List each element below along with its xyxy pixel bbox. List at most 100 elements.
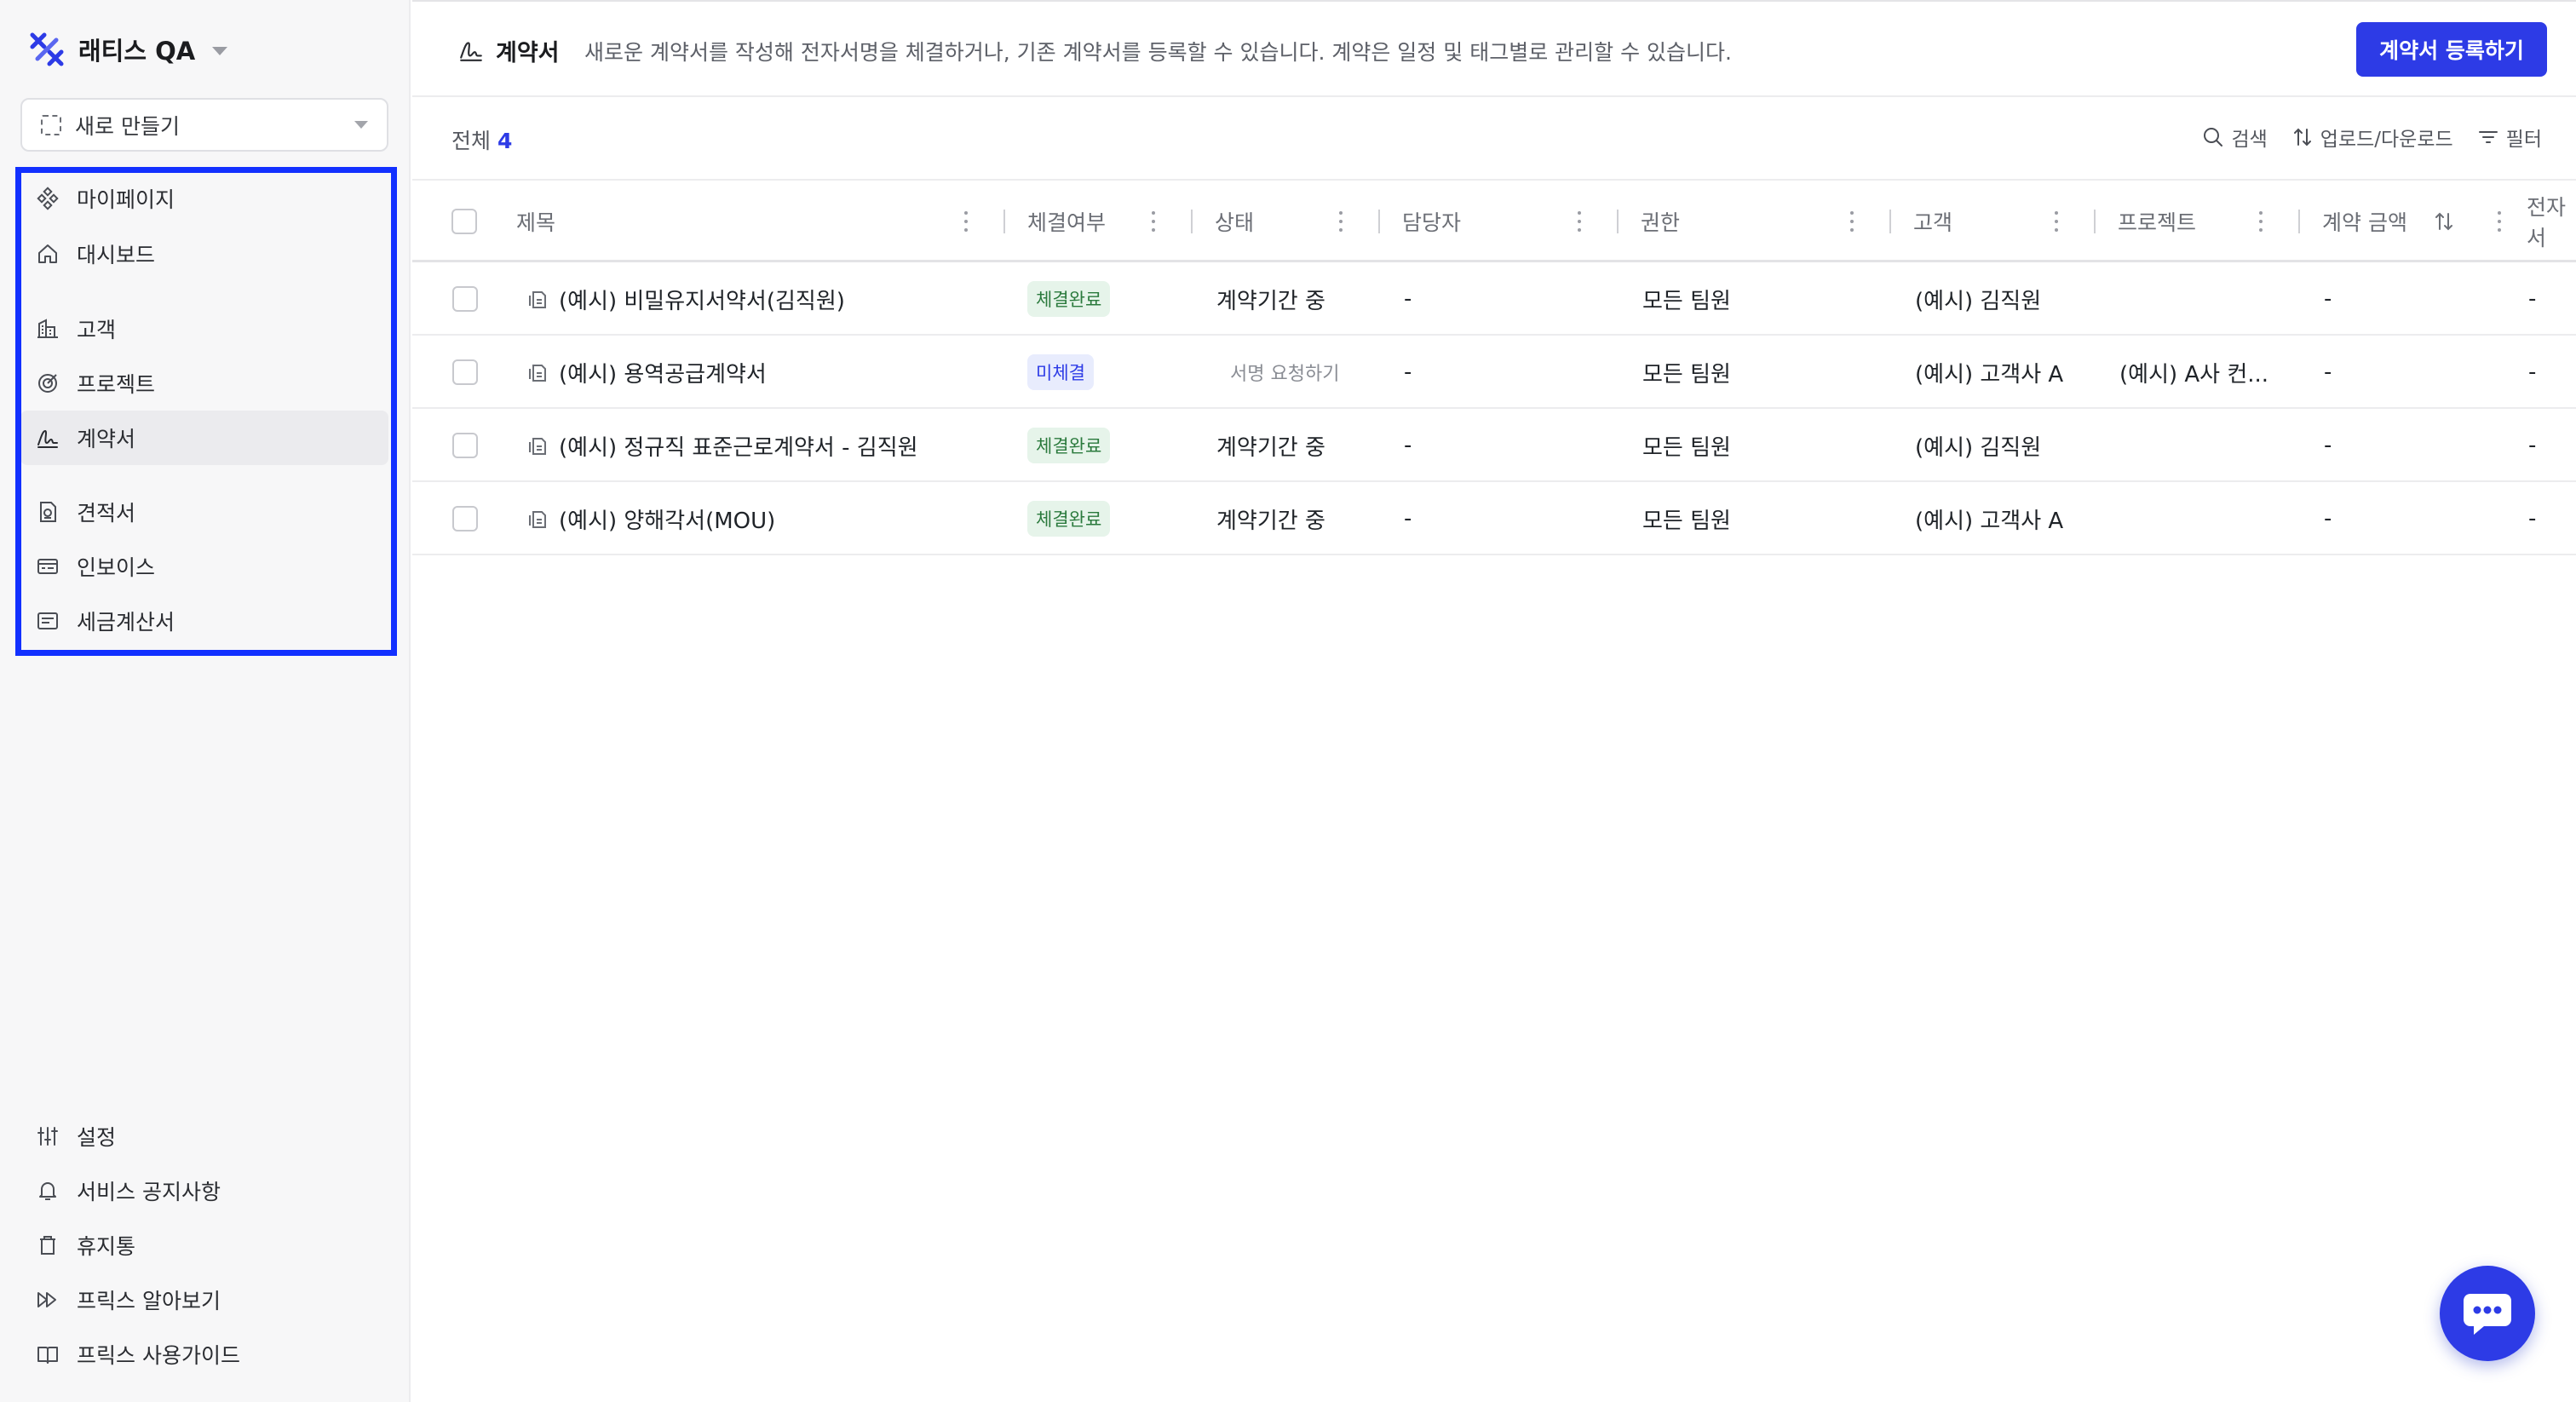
dashed-square-icon [41, 114, 61, 135]
row-title[interactable]: (예시) 용역공급계약서 [526, 336, 767, 409]
permission-cell: 모든 팀원 [1642, 288, 1731, 314]
document-copy-icon [526, 288, 549, 310]
table-row[interactable]: (예시) 정규직 표준근로계약서 - 김직원 체결완료 계약기간 중 - 모든 … [412, 409, 2576, 482]
request-signature-link[interactable]: 서명 요청하기 [1230, 336, 1339, 409]
column-header-manager[interactable]: 담당자 [1402, 181, 1461, 262]
row-checkbox[interactable] [452, 359, 478, 385]
sidebar: 래티스 QA 새로 만들기 마이페이지 대시보드 고객 프로젝트 계약서 견적서… [0, 0, 411, 1402]
row-title[interactable]: (예시) 정규직 표준근로계약서 - 김직원 [526, 409, 918, 482]
sort-arrows-icon [2291, 126, 2314, 148]
sliders-icon [36, 1124, 60, 1148]
sidebar-item-label: 휴지통 [77, 1234, 136, 1259]
page-description: 새로운 계약서를 작성해 전자서명을 체결하거나, 기존 계약서를 등록할 수 … [584, 40, 1732, 65]
amount-cell: - [2324, 506, 2332, 531]
column-menu-icon[interactable] [1849, 211, 1854, 232]
new-create-dropdown[interactable]: 새로 만들기 [20, 98, 388, 152]
select-all-checkbox[interactable] [451, 209, 477, 234]
column-header-amount[interactable]: 계약 금액 [2322, 181, 2407, 262]
column-divider[interactable] [1191, 210, 1193, 233]
row-checkbox[interactable] [452, 286, 478, 312]
column-header-customer[interactable]: 고객 [1913, 181, 1952, 262]
search-icon [2202, 126, 2224, 148]
page-title: 계약서 [496, 40, 560, 66]
upload-download-button[interactable]: 업로드/다운로드 [2291, 123, 2453, 152]
sidebar-item-about[interactable]: 프릭스 알아보기 [20, 1273, 388, 1327]
customer-cell: (예시) 고객사 A [1915, 508, 2064, 534]
upload-download-label: 업로드/다운로드 [2320, 129, 2453, 151]
document-copy-icon [526, 508, 549, 530]
column-menu-icon[interactable] [2054, 211, 2059, 232]
column-header-title[interactable]: 제목 [516, 181, 555, 262]
filter-button[interactable]: 필터 [2477, 123, 2542, 152]
column-header-project[interactable]: 프로젝트 [2118, 181, 2196, 262]
column-divider[interactable] [2298, 210, 2300, 233]
workspace-name: 래티스 QA [78, 37, 196, 66]
table-row[interactable]: (예시) 양해각서(MOU) 체결완료 계약기간 중 - 모든 팀원 (예시) … [412, 482, 2576, 555]
chat-bubble-icon [2462, 1290, 2513, 1336]
bell-icon [36, 1179, 60, 1203]
table-header: 제목 체결여부 상태 담당자 권한 고객 프로젝트 계약 금액 전자서 [412, 181, 2576, 262]
status-badge: 체결완료 [1027, 428, 1111, 463]
manager-cell: - [1404, 506, 1412, 531]
status-cell: 계약기간 중 [1216, 434, 1325, 461]
column-divider[interactable] [2094, 210, 2096, 233]
status-badge: 체결완료 [1027, 281, 1111, 317]
manager-cell: - [1404, 433, 1412, 458]
sidebar-item-label: 프릭스 알아보기 [77, 1289, 221, 1313]
sidebar-item-notices[interactable]: 서비스 공지사항 [20, 1164, 388, 1218]
column-header-status[interactable]: 상태 [1215, 181, 1254, 262]
signature-icon [458, 37, 484, 63]
page-header: 계약서 새로운 계약서를 작성해 전자서명을 체결하거나, 기존 계약서를 등록… [412, 0, 2576, 97]
amount-cell: - [2324, 433, 2332, 458]
customer-cell: (예시) 김직원 [1915, 434, 2042, 461]
column-menu-icon[interactable] [2497, 211, 2502, 232]
manager-cell: - [1404, 359, 1412, 385]
row-title[interactable]: (예시) 비밀유지서약서(김직원) [526, 262, 845, 336]
table-row[interactable]: (예시) 용역공급계약서 미체결 서명 요청하기 - 모든 팀원 (예시) 고객… [412, 336, 2576, 409]
new-create-label: 새로 만들기 [75, 113, 180, 139]
column-divider[interactable] [1617, 210, 1619, 233]
permission-cell: 모든 팀원 [1642, 361, 1731, 388]
sidebar-item-label: 설정 [77, 1125, 117, 1150]
sidebar-item-guide[interactable]: 프릭스 사용가이드 [20, 1327, 388, 1382]
customer-cell: (예시) 고객사 A [1915, 361, 2064, 388]
sidebar-item-settings[interactable]: 설정 [20, 1109, 388, 1164]
esign-cell: - [2528, 359, 2537, 385]
chat-support-button[interactable] [2440, 1266, 2535, 1361]
row-checkbox[interactable] [452, 506, 478, 531]
column-menu-icon[interactable] [1577, 211, 1582, 232]
status-badge: 체결완료 [1027, 501, 1111, 537]
column-header-signed[interactable]: 체결여부 [1027, 181, 1106, 262]
chevron-down-icon [354, 121, 368, 129]
row-checkbox[interactable] [452, 433, 478, 458]
column-header-permission[interactable]: 권한 [1641, 181, 1680, 262]
column-menu-icon[interactable] [963, 211, 969, 232]
workspace-logo-icon [27, 30, 66, 69]
column-header-esign[interactable]: 전자서 [2527, 181, 2576, 262]
signed-cell: 체결완료 [1027, 409, 1111, 482]
status-badge: 미체결 [1027, 354, 1094, 390]
fast-forward-icon [36, 1288, 60, 1312]
column-divider[interactable] [1889, 210, 1891, 233]
column-menu-icon[interactable] [2258, 211, 2263, 232]
signed-cell: 미체결 [1027, 336, 1094, 409]
sidebar-item-label: 서비스 공지사항 [77, 1180, 221, 1204]
total-count: 전체 4 [451, 124, 512, 155]
sort-arrows-icon[interactable] [2433, 210, 2455, 236]
workspace-switcher[interactable]: 래티스 QA [27, 29, 228, 70]
register-contract-button[interactable]: 계약서 등록하기 [2356, 22, 2547, 77]
book-icon [36, 1342, 60, 1366]
customer-cell: (예시) 김직원 [1915, 288, 2042, 314]
column-divider[interactable] [1003, 210, 1005, 233]
column-menu-icon[interactable] [1151, 211, 1156, 232]
column-divider[interactable] [1378, 210, 1380, 233]
search-button[interactable]: 검색 [2202, 123, 2268, 152]
sidebar-item-trash[interactable]: 휴지통 [20, 1218, 388, 1273]
esign-cell: - [2528, 506, 2537, 531]
total-label: 전체 [451, 129, 492, 153]
table-row[interactable]: (예시) 비밀유지서약서(김직원) 체결완료 계약기간 중 - 모든 팀원 (예… [412, 262, 2576, 336]
amount-cell: - [2324, 286, 2332, 312]
column-menu-icon[interactable] [1338, 211, 1343, 232]
total-count-value: 4 [497, 129, 513, 153]
row-title[interactable]: (예시) 양해각서(MOU) [526, 482, 775, 555]
